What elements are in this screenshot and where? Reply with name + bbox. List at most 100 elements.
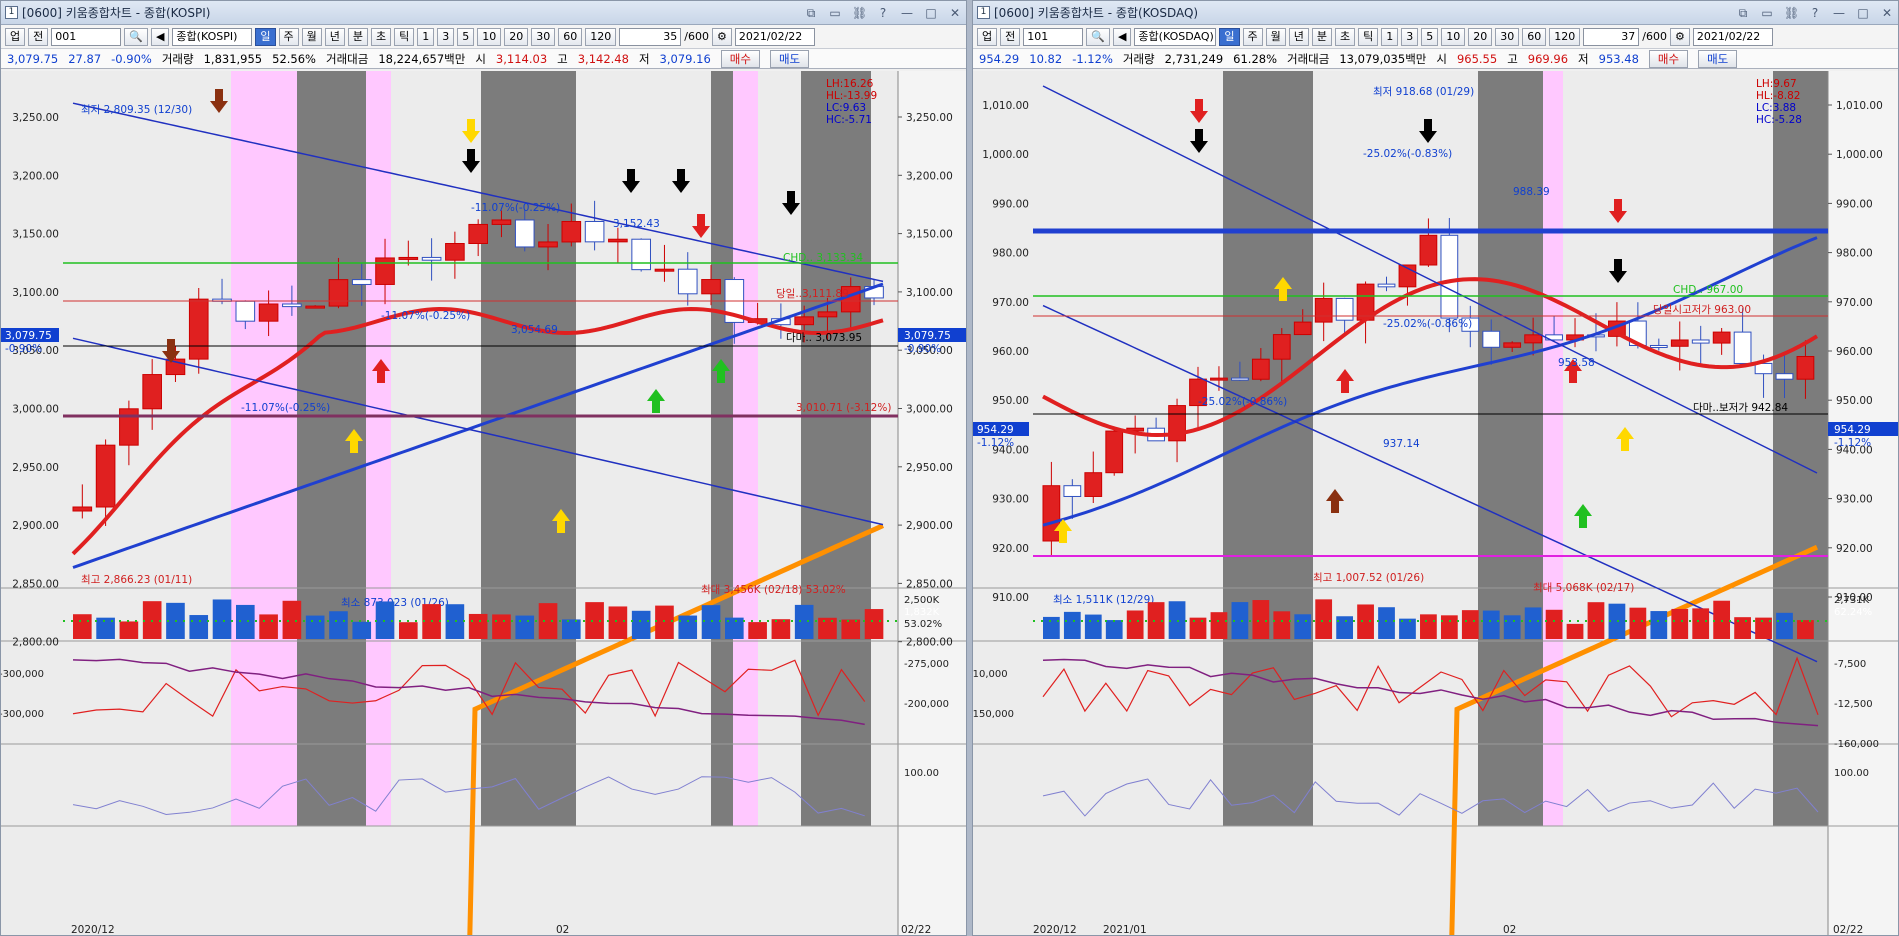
sell-button[interactable]: 매도 <box>769 49 810 68</box>
num-3[interactable]: 3 <box>437 27 455 46</box>
candle-body <box>95 444 116 508</box>
minimize-icon[interactable]: — <box>900 6 914 20</box>
num-5[interactable]: 5 <box>457 27 475 46</box>
price-value: 3,079.75 <box>7 51 59 66</box>
num-60[interactable]: 60 <box>1522 27 1547 46</box>
candle-body <box>1775 373 1794 380</box>
price-tick-label: 1,000.00 <box>1836 149 1883 161</box>
corner-stat: HC:-5.28 <box>1756 114 1802 126</box>
kosdaq-chart-area[interactable]: 1,010.00 1,010.00 1,000.00 1,000.00 990.00 99… <box>973 71 1899 936</box>
price-tick-label-left: 990.00 <box>992 198 1029 210</box>
num-30[interactable]: 30 <box>531 27 556 46</box>
interval-second[interactable]: 초 <box>371 27 392 46</box>
interval-week[interactable]: 주 <box>278 27 299 46</box>
interval-month[interactable]: 월 <box>301 27 322 46</box>
candle-body <box>1712 331 1731 344</box>
date-axis-label: 2020/12 <box>1033 924 1077 936</box>
tool-icon[interactable]: ⚙ <box>1670 27 1690 46</box>
maximize-icon[interactable]: □ <box>1856 6 1870 20</box>
volume-bar <box>585 602 604 639</box>
maximize-icon[interactable]: □ <box>924 6 938 20</box>
interval-year[interactable]: 년 <box>1288 27 1309 46</box>
prev-icon[interactable]: ◀ <box>150 27 170 46</box>
signal-arrow-stem <box>717 371 725 383</box>
volume-bar <box>1650 611 1668 639</box>
signal-arrow-stem <box>1059 531 1067 543</box>
tool-icon[interactable]: ⚙ <box>712 27 732 46</box>
interval-week[interactable]: 주 <box>1242 27 1263 46</box>
count-input[interactable]: 37 <box>1583 27 1640 46</box>
close-icon[interactable]: ✕ <box>1880 6 1894 20</box>
interval-month[interactable]: 월 <box>1265 27 1286 46</box>
period-band <box>801 71 871 826</box>
restore-icon[interactable]: ⧉ <box>804 6 818 20</box>
num-1[interactable]: 1 <box>1381 27 1399 46</box>
annotation-vol_max: 최대 5,068K (02/17) <box>1533 582 1634 594</box>
volume-label: 거래량 <box>161 51 194 66</box>
volume-bar <box>608 606 628 639</box>
date-axis-label: 02/22 <box>1833 924 1863 936</box>
split-icon[interactable]: ▭ <box>828 6 842 20</box>
interval-day[interactable]: 일 <box>1219 27 1240 46</box>
indicator2-tick: 100.00 <box>1834 768 1869 779</box>
candle-body <box>258 303 279 322</box>
num-10[interactable]: 10 <box>477 27 502 46</box>
code-input[interactable]: 001 <box>51 27 122 46</box>
num-20[interactable]: 20 <box>1468 27 1493 46</box>
num-20[interactable]: 20 <box>504 27 529 46</box>
interval-second[interactable]: 초 <box>1335 27 1356 46</box>
price-tick-label: 3,200.00 <box>906 170 953 182</box>
restore-icon[interactable]: ⧉ <box>1736 6 1750 20</box>
link-icon[interactable]: ⛓ <box>852 6 867 20</box>
num-30[interactable]: 30 <box>1495 27 1520 46</box>
search-icon[interactable]: 🔍 <box>124 27 148 46</box>
date-input[interactable]: 2021/02/22 <box>1692 27 1773 46</box>
help-icon[interactable]: ? <box>876 6 890 20</box>
candle-body <box>1524 334 1543 344</box>
sell-button[interactable]: 매도 <box>1698 49 1738 68</box>
interval-day[interactable]: 일 <box>255 27 276 46</box>
code-input[interactable]: 101 <box>1023 27 1084 46</box>
buy-button[interactable]: 매수 <box>1648 49 1689 68</box>
num-5[interactable]: 5 <box>1421 27 1439 46</box>
kosdaq-chart-svg[interactable]: 1,010.00 1,010.00 1,000.00 1,000.00 990.00 99… <box>973 71 1899 936</box>
volume-bar <box>1273 611 1291 639</box>
close-icon[interactable]: ✕ <box>948 6 962 20</box>
candle-body <box>282 303 302 308</box>
candle-body <box>1503 342 1522 348</box>
count-input[interactable]: 35 <box>619 27 682 46</box>
signal-arrow-stem <box>677 169 685 181</box>
date-input[interactable]: 2021/02/22 <box>734 27 815 46</box>
kospi-chart-svg[interactable]: 3,250.00 3,250.00 3,200.00 3,200.00 3,150.00… <box>1 71 967 936</box>
volume-bar <box>189 615 209 639</box>
num-120[interactable]: 120 <box>585 27 617 46</box>
num-3[interactable]: 3 <box>1401 27 1419 46</box>
period-select[interactable]: 전 <box>1000 27 1021 46</box>
market-select[interactable]: 업 <box>5 27 26 46</box>
interval-minute[interactable]: 분 <box>1311 27 1333 46</box>
minimize-icon[interactable]: — <box>1832 6 1846 20</box>
market-select[interactable]: 업 <box>977 27 998 46</box>
volume-value: 1,831,955 <box>203 51 263 66</box>
interval-minute[interactable]: 분 <box>347 27 369 46</box>
help-icon[interactable]: ? <box>1808 6 1822 20</box>
prev-icon[interactable]: ◀ <box>1112 27 1132 46</box>
high-value: 969.96 <box>1527 51 1569 66</box>
kospi-chart-area[interactable]: 3,250.00 3,250.00 3,200.00 3,200.00 3,150.00… <box>1 71 967 936</box>
num-120[interactable]: 120 <box>1549 27 1581 46</box>
num-10[interactable]: 10 <box>1441 27 1466 46</box>
interval-tick[interactable]: 틱 <box>394 27 415 46</box>
interval-year[interactable]: 년 <box>324 27 345 46</box>
split-icon[interactable]: ▭ <box>1760 6 1774 20</box>
num-60[interactable]: 60 <box>558 27 583 46</box>
link-icon[interactable]: ⛓ <box>1784 6 1799 20</box>
price-tick-label-left: 2,800.00 <box>12 637 59 649</box>
search-icon[interactable]: 🔍 <box>1086 27 1110 46</box>
buy-button[interactable]: 매수 <box>720 49 760 68</box>
low-label: 저 <box>1578 51 1589 66</box>
candle-body <box>1210 377 1228 381</box>
num-1[interactable]: 1 <box>417 27 435 46</box>
period-select[interactable]: 전 <box>28 27 49 46</box>
candle-body <box>1419 234 1438 266</box>
interval-tick[interactable]: 틱 <box>1358 27 1379 46</box>
